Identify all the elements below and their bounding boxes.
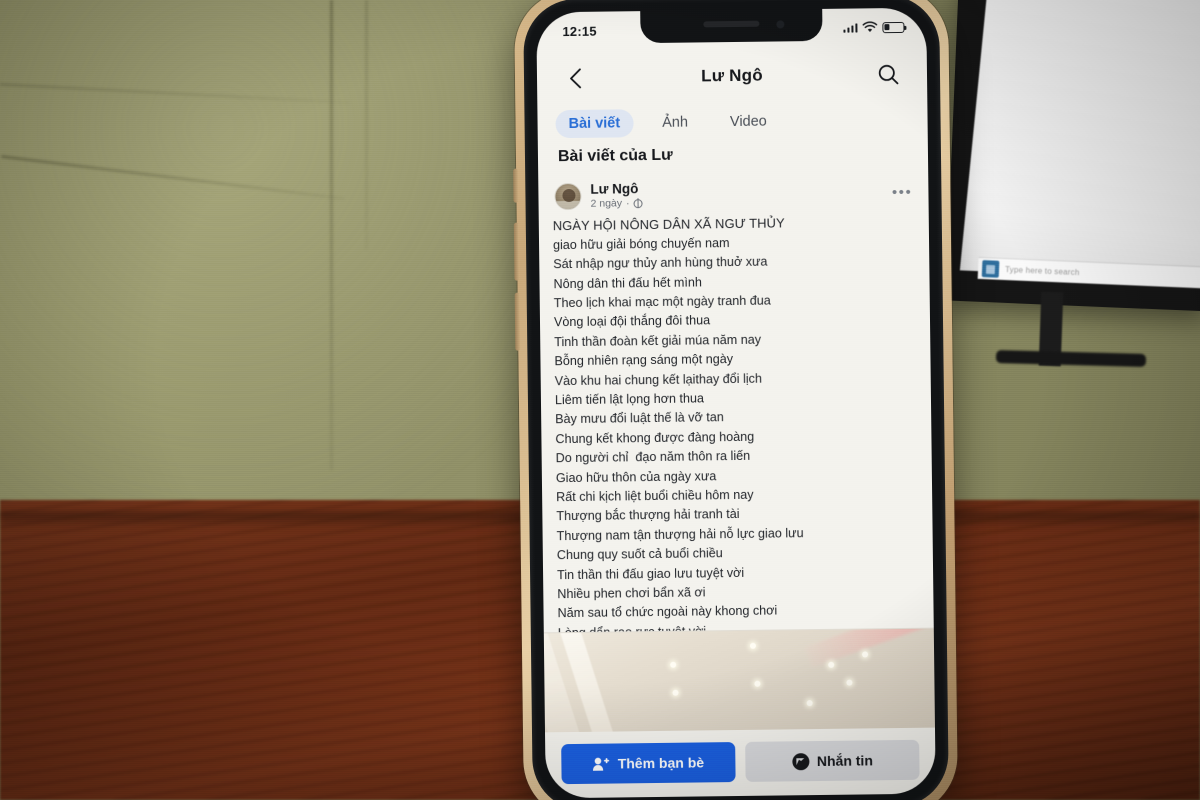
search-icon[interactable] xyxy=(873,58,905,90)
phone-device: 12:15 Lư Ngô Bài viết Ảnh Video Bài viết… xyxy=(513,0,959,800)
wall-seam xyxy=(365,0,368,250)
windows-start-icon: ▦ xyxy=(981,260,1000,278)
separator-dot: · xyxy=(626,197,630,210)
taskbar-search-text: Type here to search xyxy=(1004,265,1080,278)
monitor-screen xyxy=(959,0,1200,281)
ceiling-pink-strip xyxy=(804,627,935,668)
post-author-name[interactable]: Lư Ngô xyxy=(590,181,642,197)
globe-public-icon xyxy=(633,198,643,208)
earpiece-speaker xyxy=(703,20,760,28)
tab-video[interactable]: Video xyxy=(717,107,780,136)
message-label: Nhắn tin xyxy=(816,752,873,770)
add-friend-label: Thêm bạn bè xyxy=(617,754,705,772)
ceiling-light xyxy=(828,661,835,668)
app-header: Lư Ngô xyxy=(537,48,928,105)
page-title: Lư Ngô xyxy=(701,65,763,86)
add-friend-button[interactable]: Thêm bạn bè xyxy=(561,742,736,785)
messenger-icon xyxy=(791,752,809,770)
phone-volume-down-button[interactable] xyxy=(514,292,521,351)
ceiling-light xyxy=(670,661,677,668)
status-time: 12:15 xyxy=(562,23,597,39)
phone-volume-up-button[interactable] xyxy=(513,222,520,281)
message-button[interactable]: Nhắn tin xyxy=(745,739,920,782)
post-card: Lư Ngô 2 ngày · ••• NGÀY HỘI NÔNG DÂN XÃ… xyxy=(538,174,936,799)
phone-notch xyxy=(640,8,823,44)
back-chevron-icon[interactable] xyxy=(559,62,591,94)
front-camera xyxy=(776,20,785,29)
profile-action-buttons: Thêm bạn bè Nhắn tin xyxy=(545,732,936,793)
battery-icon xyxy=(882,21,905,33)
wifi-icon xyxy=(862,21,878,32)
avatar[interactable] xyxy=(554,182,582,210)
profile-tabs: Bài viết Ảnh Video xyxy=(537,100,927,145)
ceiling-light xyxy=(749,642,757,649)
ceiling-light xyxy=(672,689,679,696)
post-attached-photo[interactable] xyxy=(543,627,935,733)
ceiling-light xyxy=(806,700,813,707)
tab-anh[interactable]: Ảnh xyxy=(649,108,701,137)
post-timestamp: 2 ngày · xyxy=(590,197,643,210)
wall-seam xyxy=(330,0,333,470)
phone-mute-switch[interactable] xyxy=(513,168,519,203)
ceiling-light xyxy=(862,651,869,658)
section-title: Bài viết của Lư xyxy=(557,146,673,166)
add-friend-icon xyxy=(593,757,610,771)
post-header: Lư Ngô 2 ngày · ••• xyxy=(538,174,928,213)
ceiling-light xyxy=(754,680,761,687)
ceiling-light xyxy=(846,679,853,686)
post-time-text: 2 ngày xyxy=(590,197,623,210)
post-text: NGÀY HỘI NÔNG DÂN XÃ NGƯ THỦY giao hữu g… xyxy=(539,208,935,683)
phone-screen: 12:15 Lư Ngô Bài viết Ảnh Video Bài viết… xyxy=(536,7,936,799)
more-options-icon[interactable]: ••• xyxy=(892,183,913,200)
signal-bars-icon xyxy=(842,22,858,33)
tab-bai-viet[interactable]: Bài viết xyxy=(555,109,634,139)
